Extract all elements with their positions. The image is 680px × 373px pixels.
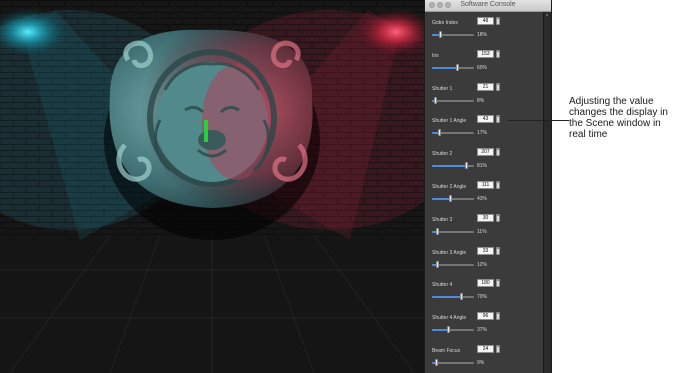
param-stepper[interactable]: [496, 246, 500, 255]
window-title: Software Console: [460, 1, 516, 8]
param-row: Shutter 4 180 70%: [425, 277, 545, 305]
param-slider-fill: [432, 329, 448, 332]
param-percent: 43%: [477, 196, 488, 202]
param-slider[interactable]: [432, 129, 474, 137]
scroll-up-arrow-icon[interactable]: [546, 13, 548, 16]
param-label: Shutter 4: [432, 282, 453, 289]
param-value-field[interactable]: 24: [477, 345, 494, 353]
param-row: Shutter 3 Angle 33 12%: [425, 245, 545, 273]
param-row: Shutter 4 Angle 96 37%: [425, 310, 545, 338]
param-label: Iris: [432, 52, 439, 59]
param-percent: 17%: [477, 130, 488, 137]
callout-text: Adjusting the value changes the display …: [569, 96, 668, 140]
param-percent: 12%: [477, 261, 488, 268]
param-stepper[interactable]: [496, 148, 500, 157]
param-slider[interactable]: [432, 293, 474, 301]
param-slider-knob[interactable]: [434, 359, 438, 366]
param-stepper[interactable]: [496, 312, 500, 321]
param-value-field[interactable]: 180: [477, 279, 494, 288]
param-slider[interactable]: [432, 96, 474, 104]
param-percent: 18%: [477, 32, 488, 38]
param-value-field[interactable]: 96: [477, 312, 494, 321]
scene-render: [0, 0, 424, 373]
param-slider-fill: [432, 296, 462, 299]
param-slider-knob[interactable]: [434, 96, 438, 104]
param-label: Shutter 2: [432, 151, 453, 158]
param-value-field[interactable]: 207: [477, 148, 494, 157]
param-value-field[interactable]: 48: [477, 17, 494, 25]
param-slider-knob[interactable]: [438, 31, 442, 38]
param-value-field[interactable]: 153: [477, 49, 494, 58]
param-slider[interactable]: [432, 260, 474, 268]
param-slider-fill: [432, 165, 467, 168]
param-value-field[interactable]: 21: [477, 82, 494, 91]
param-stepper[interactable]: [496, 49, 500, 58]
param-slider[interactable]: [432, 195, 474, 202]
param-percent: 8%: [477, 97, 485, 104]
param-slider[interactable]: [432, 227, 474, 235]
param-slider-knob[interactable]: [465, 162, 469, 170]
param-stepper[interactable]: [496, 345, 500, 353]
title-bar[interactable]: Software Console: [425, 0, 551, 12]
param-percent: 81%: [477, 163, 488, 170]
param-label: Beam Focus: [432, 348, 461, 354]
param-percent: 11%: [477, 228, 487, 235]
scene-viewport[interactable]: [0, 0, 424, 373]
param-label: Shutter 1 Angle: [432, 118, 467, 125]
param-percent: 9%: [477, 360, 485, 366]
callout-line: [508, 120, 569, 121]
param-value-field[interactable]: 33: [477, 246, 494, 255]
param-slider-knob[interactable]: [449, 195, 453, 202]
param-row: Shutter 1 21 8%: [425, 81, 545, 109]
param-stepper[interactable]: [496, 115, 500, 124]
param-value-field[interactable]: 30: [477, 213, 494, 222]
param-slider-fill: [432, 198, 451, 200]
param-slider-knob[interactable]: [436, 260, 440, 268]
param-value-field[interactable]: 43: [477, 115, 494, 124]
param-row: Shutter 3 30 11%: [425, 212, 545, 240]
param-row: Iris 153 60%: [425, 48, 545, 76]
param-slider-fill: [432, 66, 458, 69]
param-slider-knob[interactable]: [446, 326, 450, 334]
param-label: Gobo Index: [432, 20, 458, 26]
parameter-list: Gobo Index 48 18% Iris 153 60% Shutter 1 21 8% Sh…: [425, 12, 543, 373]
param-value-field[interactable]: 111: [477, 181, 494, 189]
param-slider-knob[interactable]: [456, 63, 460, 71]
param-label: Shutter 3: [432, 216, 453, 223]
param-row: Shutter 1 Angle 43 17%: [425, 113, 545, 141]
param-slider[interactable]: [432, 359, 474, 366]
param-row: Beam Focus 24 9%: [425, 343, 545, 371]
param-row: Gobo Index 48 18%: [425, 15, 545, 43]
param-stepper[interactable]: [496, 82, 500, 91]
param-slider-knob[interactable]: [438, 129, 442, 137]
param-row: Shutter 2 Angle 111 43%: [425, 179, 545, 207]
software-console-window: Software Console Gobo Index 48 18% Iris 153 6…: [424, 0, 552, 373]
param-slider[interactable]: [432, 31, 474, 38]
param-stepper[interactable]: [496, 17, 500, 25]
param-slider-knob[interactable]: [460, 293, 464, 301]
param-slider-knob[interactable]: [435, 227, 439, 235]
param-percent: 37%: [477, 327, 488, 334]
param-label: Shutter 2 Angle: [432, 184, 467, 190]
param-label: Shutter 3 Angle: [432, 249, 467, 256]
param-row: Shutter 2 207 81%: [425, 146, 545, 174]
param-slider[interactable]: [432, 326, 474, 334]
param-label: Shutter 1: [432, 85, 453, 92]
param-stepper[interactable]: [496, 213, 500, 222]
param-slider[interactable]: [432, 63, 474, 71]
scrollbar[interactable]: [543, 12, 551, 373]
param-stepper[interactable]: [496, 181, 500, 189]
param-label: Shutter 4 Angle: [432, 315, 467, 322]
param-stepper[interactable]: [496, 279, 500, 288]
param-percent: 70%: [477, 294, 488, 301]
param-slider[interactable]: [432, 162, 474, 170]
param-percent: 60%: [477, 64, 488, 71]
